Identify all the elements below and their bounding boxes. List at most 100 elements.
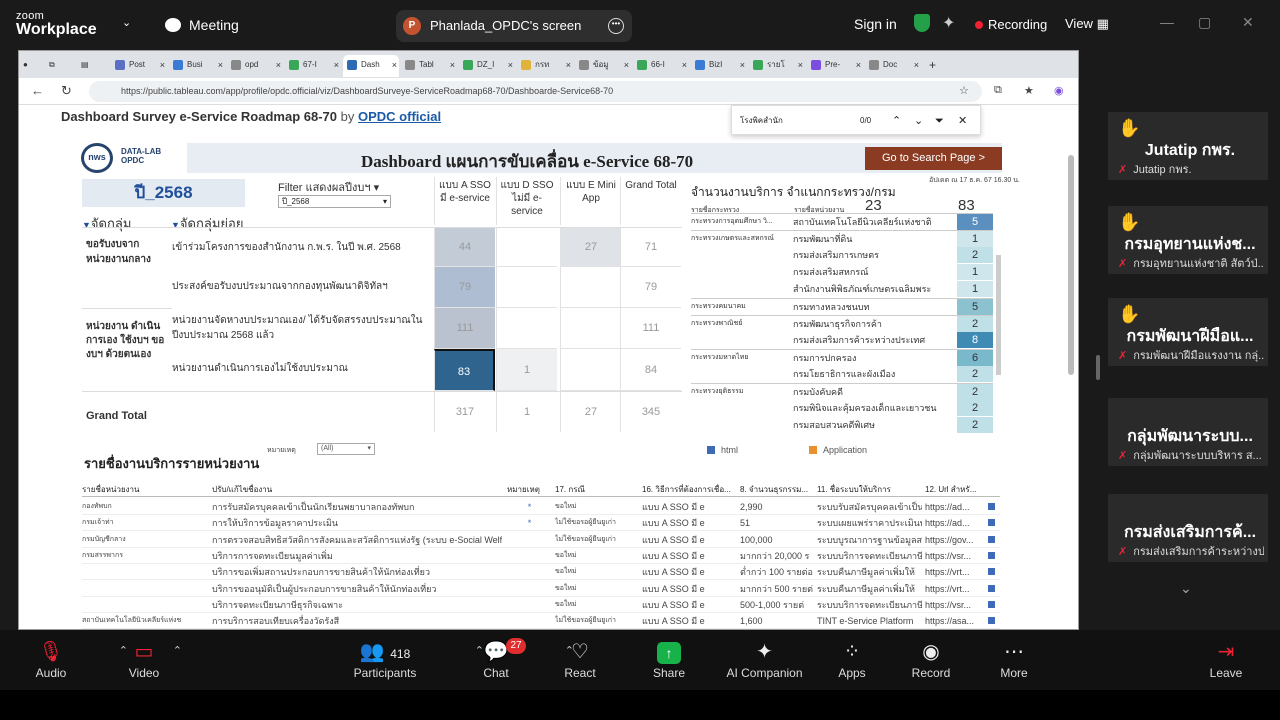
sparkle-icon[interactable]: ✦ xyxy=(942,13,955,33)
crosstab-cell[interactable] xyxy=(496,308,557,349)
crosstab-cell[interactable]: 1 xyxy=(496,349,557,391)
ministry-row[interactable]: กรมสอบสวนคดีพิเศษ 2 xyxy=(691,417,993,433)
ministry-row[interactable]: กรมส่งเสริมสหกรณ์ 1 xyxy=(691,264,993,280)
ai-companion-button[interactable]: ✦ AI Companion xyxy=(712,640,817,680)
close-icon[interactable]: ✕ xyxy=(1242,14,1254,31)
crosstab-cell[interactable] xyxy=(560,349,621,391)
maximize-icon[interactable]: ▢ xyxy=(1198,14,1211,31)
ministry-row[interactable]: กระทรวงมหาดไทย กรมการปกครอง 6 xyxy=(691,349,993,366)
tab-close-icon[interactable]: × xyxy=(392,55,397,75)
year-filter-select[interactable]: ปี_2568 ▾ xyxy=(278,195,391,208)
detail-column-header[interactable]: 11. ชื่อระบบให้บริการ xyxy=(817,483,922,496)
participant-tile[interactable]: กรมส่งเสริมการค้... ✗ กรมส่งเสริมการค้าระห… xyxy=(1108,494,1268,562)
author-link[interactable]: OPDC official xyxy=(358,109,441,124)
crosstab-cell[interactable] xyxy=(496,228,557,267)
ministry-row[interactable]: กรมส่งเสริมการค้าระหว่างประเทศ 8 xyxy=(691,332,993,348)
star-icon[interactable]: ☆ xyxy=(959,84,969,97)
tab-close-icon[interactable]: × xyxy=(914,55,919,75)
find-input[interactable]: โรงพิคสำนัก xyxy=(740,116,783,125)
detail-column-header[interactable]: รายชื่อหน่วยงาน xyxy=(82,483,207,496)
ministry-list[interactable]: กระทรวงการอุดมศึกษา วิ... สถาบันเทคโนโลยี… xyxy=(691,213,993,438)
meeting-button[interactable]: Meeting xyxy=(165,17,239,33)
minimize-icon[interactable]: — xyxy=(1160,14,1174,30)
leave-button[interactable]: ⇥ Leave xyxy=(1181,640,1271,680)
copilot-icon[interactable]: ◉ xyxy=(1054,84,1064,97)
detail-row[interactable]: กองทัพบก การรับสมัครบุคคลเข้าเป็นนักเรียน… xyxy=(82,499,1000,515)
browser-tab[interactable]: รายโ × xyxy=(749,55,805,77)
ministry-row[interactable]: กระทรวงคมนาคม กรมทางหลวงชนบท 5 xyxy=(691,298,993,315)
crosstab-cell[interactable]: 71 xyxy=(620,228,681,267)
crosstab-cell[interactable]: 111 xyxy=(434,308,495,349)
find-close-icon[interactable]: ✕ xyxy=(958,106,967,136)
detail-row[interactable]: บริการขอเพิ่มสถานประกอบการขายสินค้าให้นั… xyxy=(82,564,1000,581)
find-up-icon[interactable]: ⌃ xyxy=(892,106,901,136)
detail-column-header[interactable]: 8. จำนวนธุรกรรม... xyxy=(740,483,815,496)
panel-divider[interactable] xyxy=(1096,355,1100,380)
tab-close-icon[interactable]: × xyxy=(682,55,687,75)
ministry-row[interactable]: กรมโยธาธิการและผังเมือง 2 xyxy=(691,366,993,382)
column-header[interactable]: แบบ A SSO มี e-service xyxy=(434,177,495,225)
crosstab-cell[interactable]: 79 xyxy=(434,267,495,308)
browser-tab[interactable]: Doc × xyxy=(865,55,921,77)
workspaces-icon[interactable]: ⧉ xyxy=(49,55,67,77)
react-button[interactable]: ♡ React xyxy=(535,640,625,680)
page-scrollbar[interactable] xyxy=(1068,155,1074,375)
crosstab-cell[interactable]: 111 xyxy=(620,308,681,349)
participant-tile[interactable]: ✋ Jutatip กพร. ✗ Jutatip กพร. xyxy=(1108,112,1268,180)
tab-close-icon[interactable]: × xyxy=(276,55,281,75)
find-filter-icon[interactable]: ⏷ xyxy=(935,106,944,136)
browser-tab[interactable]: BizI × xyxy=(691,55,747,77)
browser-tab[interactable]: Post × xyxy=(111,55,167,77)
profile-icon[interactable]: ● xyxy=(23,55,41,77)
share-button[interactable]: ↑ Share xyxy=(624,640,714,680)
go-to-search-button[interactable]: Go to Search Page > xyxy=(865,147,1002,170)
column-header[interactable]: แบบ D SSO ไม่มี e-service xyxy=(496,177,557,225)
crosstab-cell[interactable] xyxy=(560,308,621,349)
subgroup-label[interactable]: เข้าร่วมโครงการของสำนักงาน ก.พ.ร. ในปี พ… xyxy=(172,240,424,255)
more-options-icon[interactable]: ••• xyxy=(608,18,624,34)
shield-icon[interactable] xyxy=(914,14,930,32)
recording-indicator[interactable]: Recording xyxy=(975,17,1047,32)
ministry-row[interactable]: กระทรวงยุติธรรม กรมบังคับคดี 2 xyxy=(691,383,993,400)
tab-close-icon[interactable]: × xyxy=(508,55,513,75)
crosstab-cell[interactable]: 79 xyxy=(620,267,681,308)
split-screen-icon[interactable]: ⧉ xyxy=(994,84,1002,97)
crosstab-cell[interactable] xyxy=(496,267,557,308)
crosstab-cell[interactable]: 44 xyxy=(434,228,495,267)
column-header[interactable]: Grand Total xyxy=(620,177,681,225)
tab-close-icon[interactable]: × xyxy=(160,55,165,75)
grand-total-cell[interactable]: 345 xyxy=(620,392,681,432)
tab-close-icon[interactable]: × xyxy=(740,55,745,75)
record-button[interactable]: ◉ Record xyxy=(886,640,976,680)
url-input[interactable]: https://public.tableau.com/app/profile/o… xyxy=(89,81,982,102)
detail-row[interactable]: กรมสรรพากร บริการการจดทะเบียนมูลค่าเพิ่ม ข… xyxy=(82,548,1000,564)
find-down-icon[interactable]: ⌄ xyxy=(914,106,923,136)
browser-tab[interactable]: กรท × xyxy=(517,55,573,77)
tab-close-icon[interactable]: × xyxy=(856,55,861,75)
more-button[interactable]: ⋯ More xyxy=(969,640,1059,680)
subgroup-label[interactable]: หน่วยงานดำเนินการเองไม่ใช้งบประมาณ xyxy=(172,361,424,376)
new-tab-icon[interactable]: + xyxy=(929,55,947,77)
ministry-row[interactable]: กรมพินิจและคุ้มครองเด็กและเยาวชน 2 xyxy=(691,400,993,416)
subgroup-label[interactable]: หน่วยงานจัดหางบประมาณเอง/ ได้รับจัดสรรงบ… xyxy=(172,313,424,343)
rowgroup-label[interactable]: ขอรับงบจาก หน่วยงานกลาง xyxy=(86,237,166,267)
apps-button[interactable]: ⁘ Apps xyxy=(807,640,897,680)
participant-tile[interactable]: ✋ กรมพัฒนาฝีมือแ... ✗ กรมพัฒนาฝีมือแรงงาน ก… xyxy=(1108,298,1268,366)
detail-row[interactable]: บริการขออนุมัติเป็นผู้ประกอบการขายสินค้า… xyxy=(82,581,1000,597)
subgroup-header[interactable]: ▼จัดกลุ่มย่อย xyxy=(171,213,243,234)
grand-total-cell[interactable]: 27 xyxy=(560,392,621,432)
crosstab-cell[interactable]: 84 xyxy=(620,349,681,391)
detail-column-header[interactable]: 17. กรณี xyxy=(555,483,635,496)
ministry-row[interactable]: กรมส่งเสริมการเกษตร 2 xyxy=(691,247,993,263)
tab-close-icon[interactable]: × xyxy=(624,55,629,75)
grand-total-cell[interactable]: 317 xyxy=(434,392,495,432)
detail-row[interactable]: สถาบันเทคโนโลยีนิวเคลียร์แห่งช การบริการส… xyxy=(82,613,1000,629)
browser-tab[interactable]: Tabl × xyxy=(401,55,457,77)
browser-tab[interactable]: Dash × xyxy=(343,55,399,77)
detail-column-header[interactable]: 16. วิธีการที่ต้องการเชื่อ... xyxy=(642,483,737,496)
ministry-row[interactable]: กระทรวงเกษตรและสหกรณ์ กรมพัฒนาที่ดิน 1 xyxy=(691,230,993,247)
ministry-row[interactable]: สำนักงานพิพิธภัณฑ์เกษตรเฉลิมพระ 1 xyxy=(691,281,993,297)
subgroup-label[interactable]: ประสงค์ขอรับงบประมาณจากกองทุนพัฒนาดิจิทั… xyxy=(172,279,424,294)
crosstab-cell[interactable]: 27 xyxy=(560,228,621,267)
tab-close-icon[interactable]: × xyxy=(218,55,223,75)
